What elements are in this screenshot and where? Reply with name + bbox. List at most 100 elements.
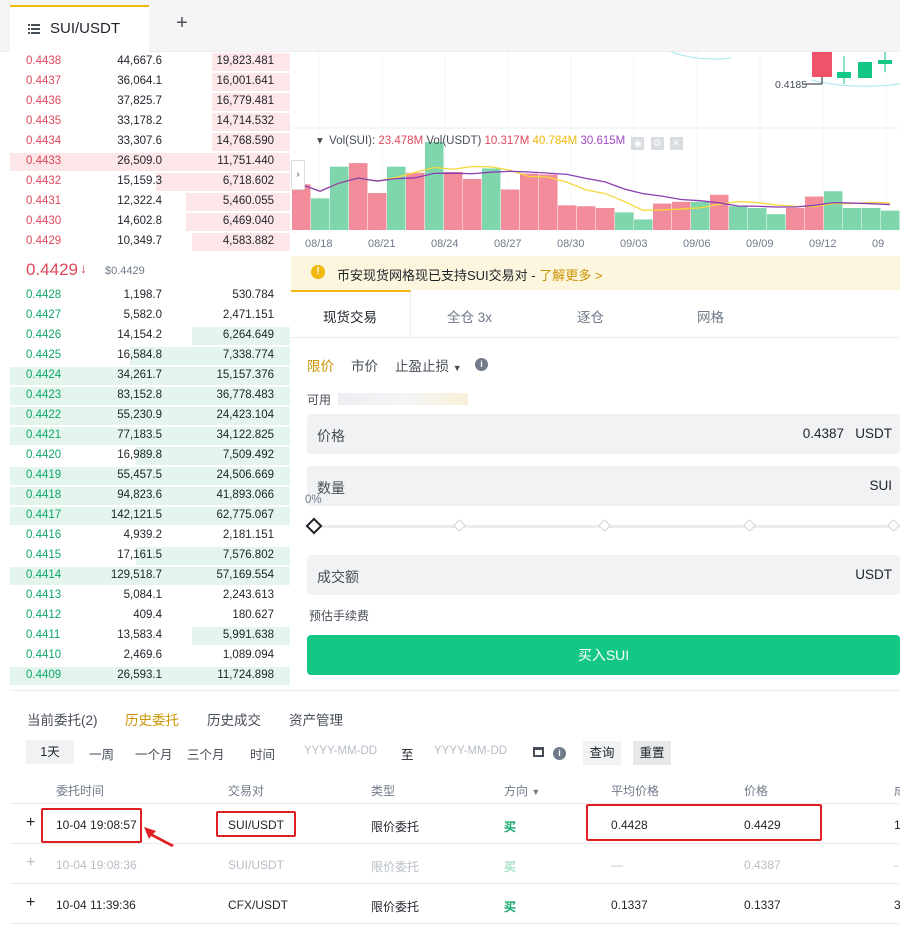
cell-side: 买 xyxy=(504,820,517,834)
bid-row[interactable]: 0.4423 83,152.8 36,778.483 xyxy=(10,386,290,406)
tab-spot[interactable]: 现货交易 xyxy=(323,306,377,326)
bid-row[interactable]: 0.4414 129,518.7 57,169.554 xyxy=(10,566,290,586)
legend-collapse-icon[interactable]: ▾ xyxy=(317,135,323,147)
tab-order-history[interactable]: 历史委托 xyxy=(125,709,179,729)
bid-row[interactable]: 0.4418 94,823.6 41,893.066 xyxy=(10,486,290,506)
caret-down-icon: ▼ xyxy=(531,787,541,797)
tab-open-orders[interactable]: 当前委托(2) xyxy=(27,709,98,729)
bid-row[interactable]: 0.4409 26,593.1 11,724.898 xyxy=(10,666,290,686)
tab-funds[interactable]: 资产管理 xyxy=(289,709,343,729)
bid-row[interactable]: 0.4413 5,084.1 2,243.613 xyxy=(10,586,290,606)
query-button[interactable]: 查询 xyxy=(583,741,621,765)
bid-total: 41,893.066 xyxy=(216,489,274,501)
ask-row[interactable]: 0.4433 26,509.0 11,751.440 xyxy=(10,152,290,172)
ask-row[interactable]: 0.4430 14,602.8 6,469.040 xyxy=(10,212,290,232)
ask-row[interactable]: 0.4437 36,064.1 16,001.641 xyxy=(10,72,290,92)
expand-icon[interactable]: + xyxy=(26,854,35,872)
bid-row[interactable]: 0.4422 55,230.9 24,423.104 xyxy=(10,406,290,426)
range-custom[interactable]: 时间 xyxy=(250,744,275,763)
bid-row[interactable]: 0.4428 1,198.7 530.784 xyxy=(10,286,290,306)
bid-total: 24,506.669 xyxy=(216,469,274,481)
ask-total: 5,460.055 xyxy=(222,195,274,207)
tab-trade-history[interactable]: 历史成交 xyxy=(207,709,261,729)
ask-amount: 15,159.3 xyxy=(117,175,162,187)
bid-row[interactable]: 0.4417 142,121.5 62,775.067 xyxy=(10,506,290,526)
settings-icon[interactable]: ⚙ xyxy=(650,137,664,150)
quantity-field[interactable]: 数量 SUI xyxy=(307,466,900,506)
end-date-input[interactable]: YYYY-MM-DD xyxy=(434,745,507,757)
bid-amount: 77,183.5 xyxy=(117,429,162,441)
bid-row[interactable]: 0.4427 5,582.0 2,471.151 xyxy=(10,306,290,326)
ask-row[interactable]: 0.4434 33,307.6 14,768.590 xyxy=(10,132,290,152)
range-1m[interactable]: 一个月 xyxy=(135,744,173,763)
order-type-limit[interactable]: 限价 xyxy=(307,355,334,375)
price-chart[interactable]: 08/18 08/21 08/24 08/27 08/30 09/03 09/06 09/09… xyxy=(291,52,900,256)
tab-grid[interactable]: 网格 xyxy=(697,306,724,326)
bid-row[interactable]: 0.4421 77,183.5 34,122.825 xyxy=(10,426,290,446)
volume-bar xyxy=(729,206,748,230)
order-type-market[interactable]: 市价 xyxy=(351,355,378,375)
reset-button[interactable]: 重置 xyxy=(633,741,671,765)
ask-row[interactable]: 0.4432 15,159.3 6,718.602 xyxy=(10,172,290,192)
fee-label: 预估手续费 xyxy=(309,609,370,623)
info-icon[interactable]: i xyxy=(475,358,488,371)
bid-row[interactable]: 0.4425 16,584.8 7,338.774 xyxy=(10,346,290,366)
ask-row[interactable]: 0.4435 33,178.2 14,714.532 xyxy=(10,112,290,132)
add-tab-button[interactable]: + xyxy=(172,13,192,34)
ask-row[interactable]: 0.4431 12,322.4 5,460.055 xyxy=(10,192,290,212)
price-value: 0.4387 xyxy=(802,426,844,441)
range-1d[interactable]: 1天 xyxy=(26,740,74,764)
amount-slider[interactable] xyxy=(305,514,900,538)
price-tag: 0.4185 xyxy=(775,79,808,91)
slider-mark-50[interactable] xyxy=(598,519,611,532)
start-date-input[interactable]: YYYY-MM-DD xyxy=(304,745,377,757)
bid-total: 34,122.825 xyxy=(216,429,274,441)
bid-row[interactable]: 0.4426 14,154.2 6,264.649 xyxy=(10,326,290,346)
slider-handle[interactable] xyxy=(305,517,323,535)
buy-button[interactable]: 买入SUI xyxy=(307,635,900,675)
volume-bar xyxy=(824,191,843,230)
order-type-stop[interactable]: 止盈止损 ▼ xyxy=(395,355,462,375)
tab-cross-margin[interactable]: 全仓 3x xyxy=(447,306,492,326)
bid-row[interactable]: 0.4412 409.4 180.627 xyxy=(10,606,290,626)
total-field[interactable]: 成交额 USDT xyxy=(307,555,900,595)
bid-row[interactable]: 0.4410 2,469.6 1,089.094 xyxy=(10,646,290,666)
cell-time: 10-04 11:39:36 xyxy=(56,898,136,912)
ask-row[interactable]: 0.4438 44,667.6 19,823.481 xyxy=(10,52,290,72)
bid-row[interactable]: 0.4416 4,939.2 2,181.151 xyxy=(10,526,290,546)
range-1w[interactable]: 一周 xyxy=(89,744,114,763)
slider-mark-25[interactable] xyxy=(453,519,466,532)
expand-icon[interactable]: + xyxy=(26,814,35,832)
ask-amount: 44,667.6 xyxy=(117,55,162,67)
bid-row[interactable]: 0.4420 16,989.8 7,509.492 xyxy=(10,446,290,466)
close-icon[interactable]: ✕ xyxy=(669,137,683,150)
eye-icon[interactable]: ◉ xyxy=(631,137,645,150)
bid-row[interactable]: 0.4419 55,457.5 24,506.669 xyxy=(10,466,290,486)
bid-amount: 16,989.8 xyxy=(117,449,162,461)
available-balance-redacted xyxy=(338,393,468,405)
col-side[interactable]: 方向 ▼ xyxy=(504,782,540,799)
table-row[interactable]: + 10-04 11:39:36 CFX/USDT 限价委托 买 0.1337 … xyxy=(10,884,900,924)
col-pair: 交易对 xyxy=(228,784,265,798)
bid-total: 5,991.638 xyxy=(222,629,274,641)
calendar-icon[interactable] xyxy=(533,747,544,757)
price-field[interactable]: 价格 0.4387 USDT xyxy=(307,414,900,454)
expand-panel-button[interactable]: › xyxy=(291,160,305,190)
bid-row[interactable]: 0.4424 34,261.7 15,157.376 xyxy=(10,366,290,386)
ask-row[interactable]: 0.4436 37,825.7 16,779.481 xyxy=(10,92,290,112)
learn-more-link[interactable]: 了解更多 > xyxy=(539,268,602,283)
bid-row[interactable]: 0.4411 13,583.4 5,991.638 xyxy=(10,626,290,646)
bid-row[interactable]: 0.4415 17,161.5 7,576.802 xyxy=(10,546,290,566)
expand-icon[interactable]: + xyxy=(26,894,35,912)
ask-row[interactable]: 0.4429 10,349.7 4,583.882 xyxy=(10,232,290,252)
tab-sui-usdt[interactable]: SUI/USDT xyxy=(10,5,149,52)
info-icon[interactable]: i xyxy=(553,747,566,760)
tab-isolated[interactable]: 逐仓 xyxy=(577,306,604,326)
table-row[interactable]: + 10-04 19:08:36 SUI/USDT 限价委托 买 — 0.438… xyxy=(10,844,900,884)
range-3m[interactable]: 三个月 xyxy=(187,744,225,763)
slider-mark-100[interactable] xyxy=(887,519,900,532)
volume-bar xyxy=(596,208,615,230)
ask-amount: 12,322.4 xyxy=(117,195,162,207)
col-time: 委托时间 xyxy=(56,784,105,798)
slider-mark-75[interactable] xyxy=(743,519,756,532)
